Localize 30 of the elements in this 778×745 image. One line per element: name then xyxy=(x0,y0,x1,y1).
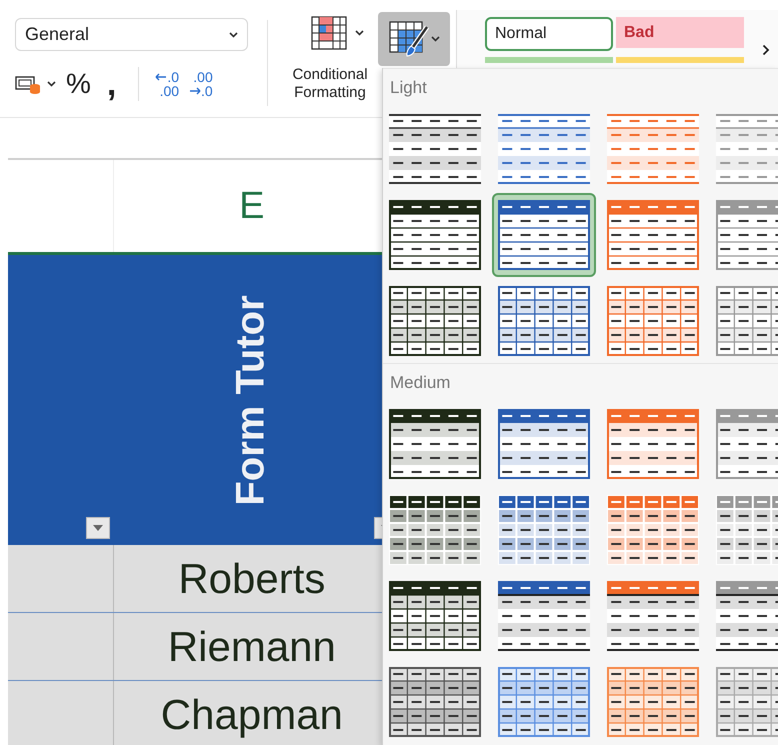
cell-style-swatch[interactable] xyxy=(616,57,744,63)
table-brush-icon xyxy=(388,21,428,57)
cell-style-swatch[interactable] xyxy=(485,57,613,63)
caret-icon[interactable] xyxy=(47,81,56,87)
format-as-table-button[interactable] xyxy=(378,12,450,66)
increase-decimal-button[interactable]: .0 .00 xyxy=(155,70,180,98)
arrow-icon xyxy=(155,73,168,81)
cell-style-option[interactable]: Bad xyxy=(616,17,744,48)
table-cell-text: Riemann xyxy=(166,622,337,672)
triangle-down-icon xyxy=(93,525,103,531)
table-cell-text: Roberts xyxy=(177,554,326,604)
arrow-icon xyxy=(189,87,202,95)
caret-icon[interactable] xyxy=(354,30,364,36)
number-format-dropdown[interactable]: General xyxy=(15,18,248,51)
filter-dropdown-button[interactable] xyxy=(86,517,110,539)
table-cell-text: Chapman xyxy=(160,690,344,740)
caret-icon[interactable] xyxy=(430,36,440,42)
cell-style-option[interactable]: Normal xyxy=(485,17,613,51)
accounting-format-icon[interactable] xyxy=(15,74,41,94)
table-style-option[interactable] xyxy=(492,193,596,277)
caret-icon[interactable] xyxy=(229,32,238,38)
section-heading: Medium xyxy=(390,373,450,393)
comma-style-button[interactable]: , xyxy=(100,69,122,99)
chevron-right-icon[interactable] xyxy=(762,44,770,56)
conditional-formatting-icon xyxy=(310,16,346,50)
conditional-formatting-button[interactable]: Conditional Formatting xyxy=(282,0,378,102)
decrease-decimal-button[interactable]: .00 .0 xyxy=(189,70,213,98)
table-header-text: Form Tutor xyxy=(229,294,274,506)
percent-style-button[interactable]: % xyxy=(66,69,91,99)
section-heading: Light xyxy=(390,78,427,98)
